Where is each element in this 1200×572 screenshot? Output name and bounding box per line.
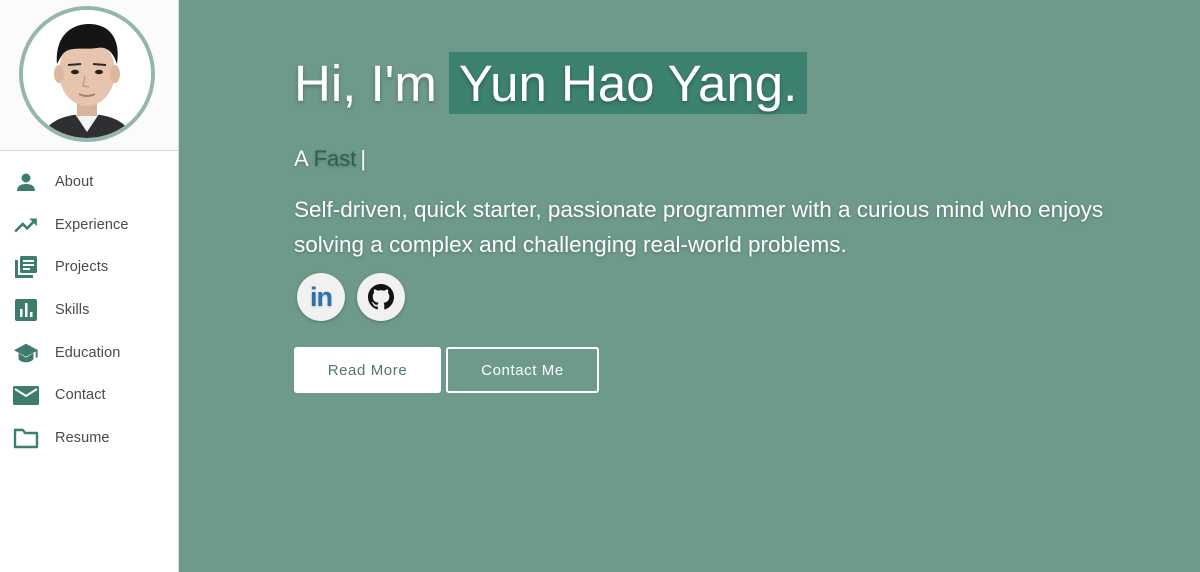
profile-header	[0, 0, 178, 151]
mail-icon	[13, 382, 39, 408]
avatar	[19, 6, 155, 142]
sidebar-item-label: Resume	[55, 429, 110, 446]
sidebar-item-skills[interactable]: Skills	[0, 289, 178, 332]
hero-section: Hi, I'm Yun Hao Yang. A Fast | Self-drive…	[180, 0, 1200, 572]
hero-title: Hi, I'm Yun Hao Yang.	[294, 52, 808, 114]
typing-cursor: |	[360, 146, 367, 171]
graduation-cap-icon	[13, 340, 39, 366]
sidebar-item-label: Skills	[55, 302, 90, 319]
sidebar-item-label: About	[55, 174, 94, 191]
sidebar-item-label: Projects	[55, 259, 109, 276]
person-icon	[13, 169, 39, 195]
hero-name: Yun Hao Yang.	[448, 52, 808, 114]
sidebar-nav: About Experience Projects Skills Educati…	[0, 151, 178, 459]
typed-prefix: A	[294, 146, 308, 171]
sidebar-item-label: Education	[55, 344, 121, 361]
projects-icon	[13, 254, 39, 280]
typed-subtitle: A Fast |	[294, 146, 366, 172]
hero-greeting: Hi, I'm	[294, 54, 437, 112]
sidebar-item-projects[interactable]: Projects	[0, 246, 178, 289]
github-button[interactable]	[357, 273, 405, 321]
linkedin-icon: in	[310, 281, 333, 312]
typed-word: Fast	[313, 146, 357, 171]
sidebar-item-resume[interactable]: Resume	[0, 417, 178, 460]
linkedin-button[interactable]: in	[297, 273, 345, 321]
github-icon	[368, 284, 394, 310]
read-more-button[interactable]: Read More	[294, 347, 441, 393]
bar-chart-icon	[13, 297, 39, 323]
sidebar-item-contact[interactable]: Contact	[0, 374, 178, 417]
sidebar-item-label: Experience	[55, 216, 129, 233]
folder-icon	[13, 425, 39, 451]
sidebar-item-experience[interactable]: Experience	[0, 204, 178, 247]
social-links: in	[297, 273, 405, 321]
profile-photo	[23, 10, 151, 138]
sidebar: About Experience Projects Skills Educati…	[0, 0, 179, 572]
hero-tagline: Self-driven, quick starter, passionate p…	[294, 197, 1104, 257]
sidebar-item-about[interactable]: About	[0, 161, 178, 204]
trending-up-icon	[13, 212, 39, 238]
sidebar-item-education[interactable]: Education	[0, 331, 178, 374]
sidebar-item-label: Contact	[55, 387, 106, 404]
contact-me-button[interactable]: Contact Me	[446, 347, 599, 393]
